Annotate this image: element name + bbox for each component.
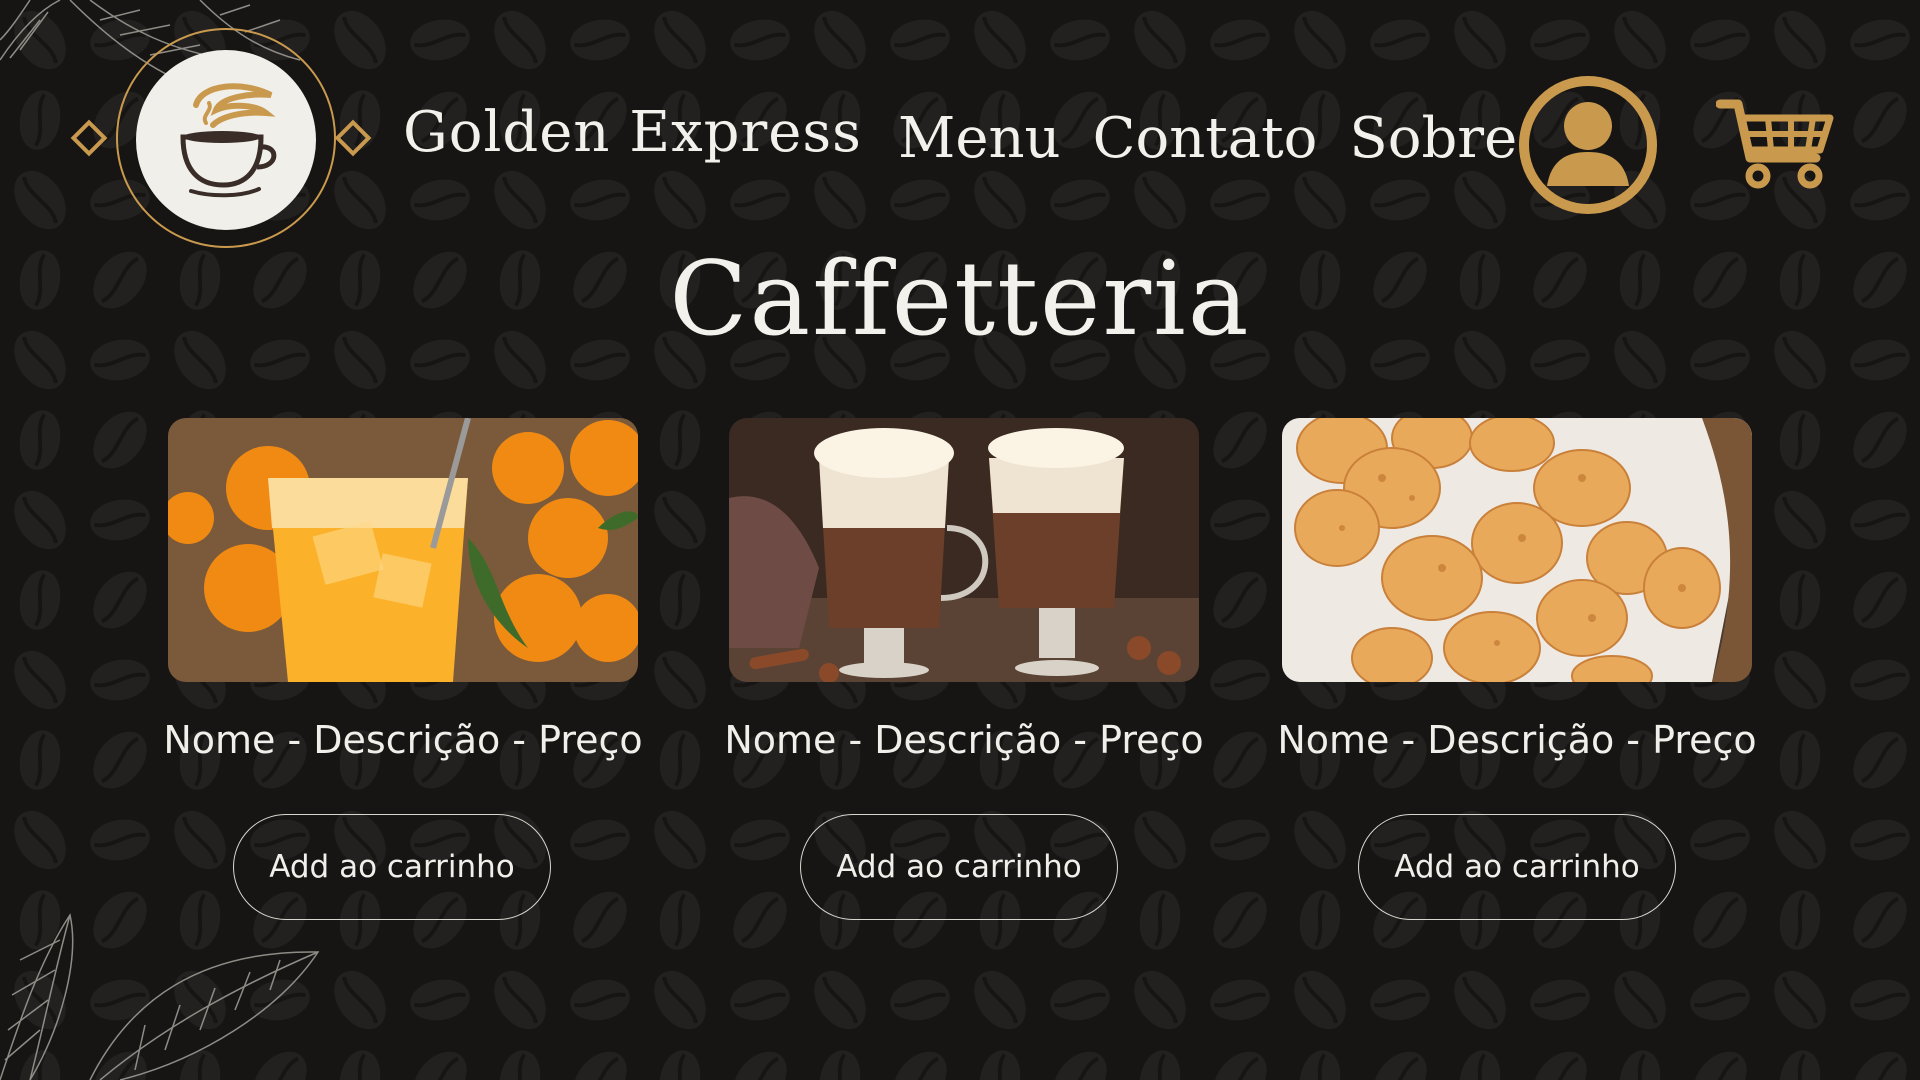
add-to-cart-button[interactable]: Add ao carrinho — [233, 814, 551, 920]
page: Golden Express Menu Contato Sobre Caffet… — [0, 0, 1920, 1080]
product-info: Nome - Descrição - Preço — [1277, 718, 1757, 762]
page-title: Caffetteria — [669, 240, 1251, 359]
nav-link-menu[interactable]: Menu — [898, 106, 1061, 171]
orange-juice-photo[interactable] — [168, 418, 638, 682]
product-card: Nome - Descrição - Preço Add ao carrinho — [724, 418, 1204, 938]
diamond-ornament-right — [334, 119, 372, 157]
main-nav: Menu Contato Sobre — [898, 106, 1517, 171]
nav-link-sobre[interactable]: Sobre — [1349, 106, 1517, 171]
shopping-cart-icon — [1715, 99, 1834, 189]
hot-chocolate-photo[interactable] — [729, 418, 1199, 682]
user-profile-icon — [1519, 76, 1657, 214]
coffee-cup-icon — [180, 83, 277, 198]
nav-link-contato[interactable]: Contato — [1093, 106, 1318, 171]
product-info: Nome - Descrição - Preço — [724, 718, 1204, 762]
user-profile-button[interactable] — [1517, 74, 1659, 216]
product-info: Nome - Descrição - Preço — [163, 718, 643, 762]
site-header: Golden Express Menu Contato Sobre — [0, 0, 1920, 260]
add-to-cart-button[interactable]: Add ao carrinho — [1358, 814, 1676, 920]
logo-badge — [136, 50, 316, 230]
product-card: Nome - Descrição - Preço Add ao carrinho — [1277, 418, 1757, 938]
product-card: Nome - Descrição - Preço Add ao carrinho — [163, 418, 643, 938]
cheese-bread-photo[interactable] — [1282, 418, 1752, 682]
brand-name: Golden Express — [403, 100, 862, 165]
add-to-cart-button[interactable]: Add ao carrinho — [800, 814, 1118, 920]
diamond-ornament-left — [70, 119, 108, 157]
logo[interactable] — [70, 28, 380, 258]
shopping-cart-button[interactable] — [1715, 96, 1836, 196]
